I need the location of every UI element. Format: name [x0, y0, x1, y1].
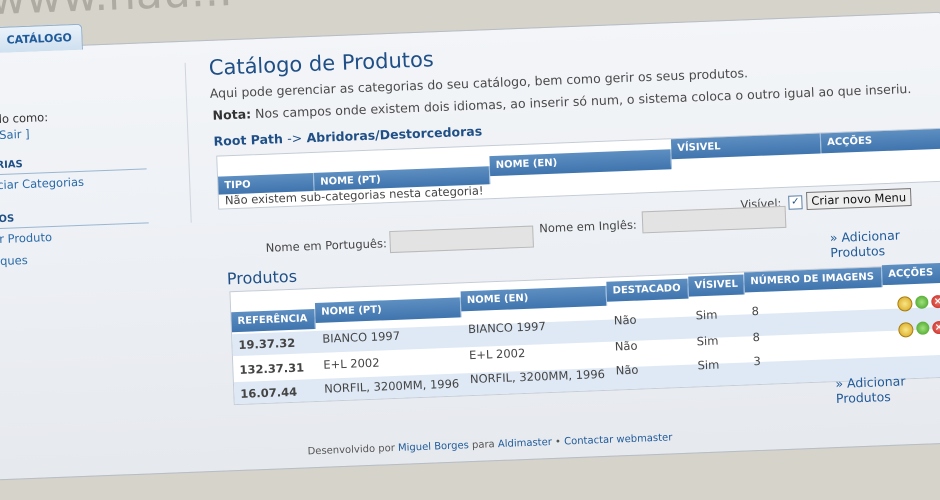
add-products-link-bottom[interactable]: » Adicionar Produtos: [835, 372, 940, 406]
delete-icon[interactable]: ×: [931, 294, 940, 309]
cell-imagens: 8: [751, 303, 760, 319]
cell-nome-en: E+L 2002: [468, 345, 526, 363]
cell-visivel: Sim: [697, 357, 720, 373]
cell-visivel: Sim: [696, 333, 719, 349]
visible-checkbox[interactable]: ✓: [788, 195, 803, 210]
view-icon[interactable]: [898, 322, 914, 338]
breadcrumb-root[interactable]: Root Path: [213, 131, 283, 149]
gear-edit-icon[interactable]: [915, 295, 929, 309]
breadcrumb-separator: ->: [286, 130, 303, 146]
col-header-visivel: VÍSIVEL: [670, 133, 822, 160]
delete-icon[interactable]: ×: [932, 320, 940, 335]
cell-referencia: 19.37.32: [238, 335, 296, 352]
col-header-accoes: ACÇÕES: [820, 128, 940, 154]
screenshot-stage: www.nau... CATÁLOGO do como: Sair ] RIAS…: [0, 0, 940, 500]
note-label: Nota:: [212, 106, 252, 123]
cell-referencia: 132.37.31: [239, 360, 305, 377]
sidebar-item-destaques[interactable]: ques: [0, 253, 28, 268]
cell-nome-pt: BIANCO 1997: [322, 328, 401, 346]
cell-nome-pt: E+L 2002: [323, 355, 380, 372]
sidebar-logout-link[interactable]: Sair ]: [0, 127, 30, 142]
tab-catalogo[interactable]: CATÁLOGO: [0, 23, 84, 54]
cell-destacado: Não: [613, 312, 637, 328]
cell-imagens: 3: [753, 353, 762, 369]
cell-destacado: Não: [615, 362, 639, 378]
view-icon[interactable]: [897, 296, 913, 312]
col-header-numero-imagens: NÚMERO DE IMAGENS: [744, 267, 883, 293]
footer-separator: •: [554, 436, 562, 448]
cell-destacado: Não: [614, 338, 638, 354]
products-title: Produtos: [226, 266, 298, 289]
sidebar-logged-as: do como:: [0, 110, 49, 127]
rotated-viewport: www.nau... CATÁLOGO do como: Sair ] RIAS…: [0, 0, 940, 500]
col-header-accoes: ACÇÕES: [881, 262, 940, 286]
add-products-link-top[interactable]: » Adicionar Produtos: [830, 226, 940, 260]
col-header-referencia: REFERÊNCIA: [231, 308, 316, 333]
footer-client-link[interactable]: Aldimaster: [498, 437, 552, 450]
footer-for: para: [471, 439, 495, 452]
col-header-nome-en: NOME (EN): [460, 285, 608, 312]
row-actions: ×: [897, 294, 940, 312]
col-header-nome-pt: NOME (PT): [314, 297, 462, 323]
sidebar-section-produtos: OS: [0, 213, 15, 226]
cell-nome-en: BIANCO 1997: [467, 319, 547, 337]
cell-visivel: Sim: [695, 307, 718, 323]
sidebar-section-categorias: RIAS: [0, 159, 23, 172]
cell-referencia: 16.07.44: [240, 384, 298, 401]
gear-edit-icon[interactable]: [916, 321, 930, 335]
col-header-destacado: DESTACADO: [606, 278, 690, 302]
col-header-nome-en: NOME (EN): [489, 149, 673, 177]
col-header-visivel: VÍSIVEL: [688, 274, 745, 297]
cell-imagens: 8: [752, 329, 761, 345]
sidebar-item-criar-produto[interactable]: r Produto: [0, 230, 52, 246]
row-actions: ×: [898, 320, 940, 338]
site-logo-text: www.nau...: [0, 0, 233, 25]
